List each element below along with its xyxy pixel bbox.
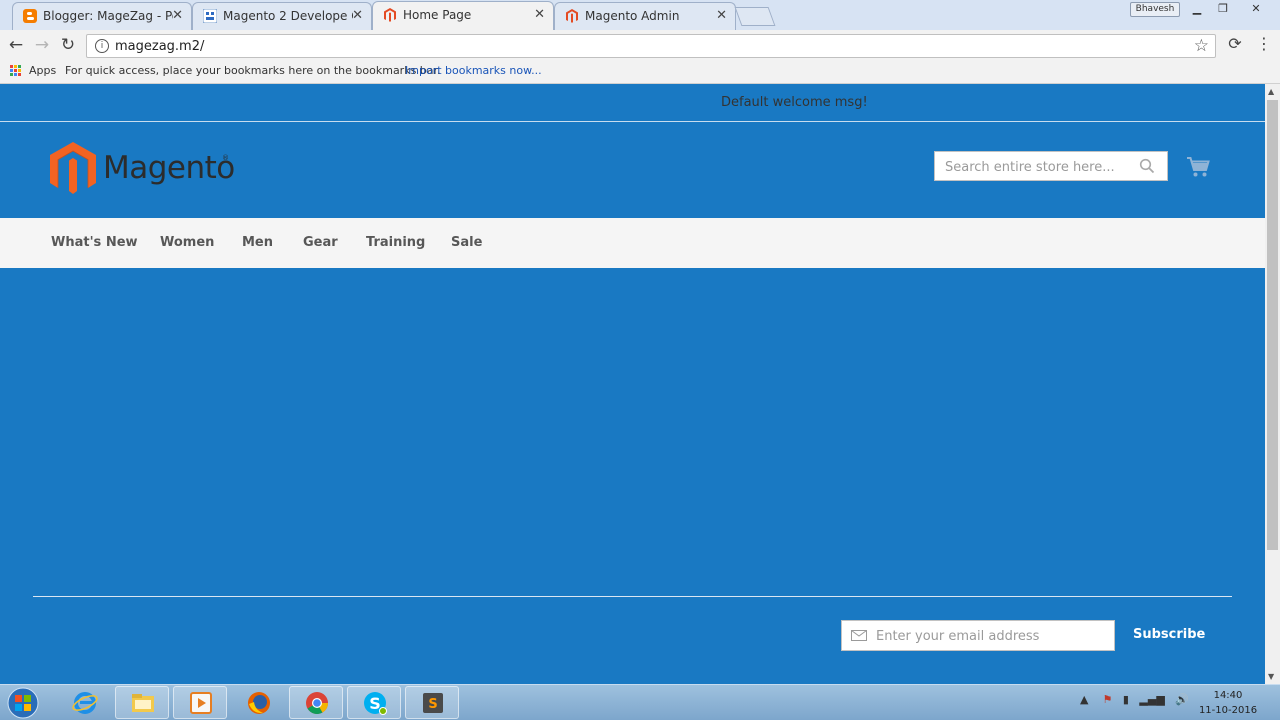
import-bookmarks-link[interactable]: Import bookmarks now... xyxy=(405,64,542,77)
back-arrow-icon[interactable]: ← xyxy=(5,34,27,56)
file-explorer-icon xyxy=(132,694,154,712)
subscribe-button[interactable]: Subscribe xyxy=(1133,627,1205,642)
apps-link[interactable]: Apps xyxy=(29,64,56,77)
sublime-text-icon: S xyxy=(423,693,443,713)
store-page: Default welcome msg! Magento ® What's Ne… xyxy=(0,84,1265,684)
tab-magento-develope[interactable]: Magento 2 Develope Cu ✕ xyxy=(192,2,372,30)
action-center-icon[interactable]: ⚑ xyxy=(1102,693,1112,706)
tab-label: Magento Admin xyxy=(585,9,680,23)
search-input[interactable] xyxy=(943,153,1137,181)
nav-gear[interactable]: Gear xyxy=(303,235,338,250)
windows-taskbar: S S ▲ ⚑ ▮ ▂▄▆ 🔊 14:40 11-10-2016 xyxy=(0,684,1280,720)
user-badge[interactable]: Bhavesh xyxy=(1130,2,1180,17)
taskbar-file-explorer[interactable] xyxy=(115,686,169,719)
store-logo[interactable]: Magento ® xyxy=(50,142,235,196)
close-icon[interactable]: ✕ xyxy=(534,7,545,22)
jira-icon xyxy=(203,9,217,23)
header-divider xyxy=(0,121,1265,122)
minimize-button[interactable]: ▁ xyxy=(1186,1,1208,17)
scroll-thumb[interactable] xyxy=(1267,100,1278,550)
nav-whats-new[interactable]: What's New xyxy=(51,235,138,250)
browser-tab-strip: Blogger: MageZag - Post ✕ Magento 2 Deve… xyxy=(0,0,1280,30)
extension-icon[interactable]: ⟳ xyxy=(1224,34,1246,56)
internet-explorer-icon xyxy=(72,692,98,714)
system-clock[interactable]: 14:40 11-10-2016 xyxy=(1196,688,1260,718)
page-scrollbar[interactable]: ▲ ▼ xyxy=(1265,84,1280,684)
address-bar[interactable]: i magezag.m2/ ☆ xyxy=(86,34,1216,58)
shopping-cart-icon[interactable] xyxy=(1186,156,1210,178)
reload-icon[interactable]: ↻ xyxy=(57,34,79,56)
nav-men[interactable]: Men xyxy=(242,235,273,250)
bookmarks-hint: For quick access, place your bookmarks h… xyxy=(65,64,441,77)
battery-icon[interactable]: ▮ xyxy=(1123,693,1129,706)
bookmarks-bar: Apps For quick access, place your bookma… xyxy=(0,60,1280,84)
apps-grid-icon[interactable] xyxy=(10,65,22,77)
scroll-up-icon[interactable]: ▲ xyxy=(1268,87,1274,96)
nav-sale[interactable]: Sale xyxy=(451,235,482,250)
show-hidden-icons-icon[interactable]: ▲ xyxy=(1080,693,1088,706)
footer-divider xyxy=(33,596,1232,597)
close-icon[interactable]: ✕ xyxy=(172,8,183,23)
nav-women[interactable]: Women xyxy=(160,235,214,250)
volume-icon[interactable]: 🔊 xyxy=(1175,693,1189,706)
media-player-icon xyxy=(190,692,212,714)
taskbar-sublime-text[interactable]: S xyxy=(405,686,459,719)
blogger-icon xyxy=(23,9,37,23)
forward-arrow-icon[interactable]: → xyxy=(31,34,53,56)
windows-start-icon[interactable] xyxy=(4,687,42,719)
tab-magento-admin[interactable]: Magento Admin ✕ xyxy=(554,2,736,30)
taskbar-media-player[interactable] xyxy=(173,686,227,719)
welcome-message: Default welcome msg! xyxy=(721,95,868,110)
browser-toolbar: ← → ↻ i magezag.m2/ ☆ xyxy=(0,30,1280,60)
star-icon[interactable]: ☆ xyxy=(1194,36,1209,56)
svg-text:S: S xyxy=(369,694,381,713)
svg-text:S: S xyxy=(428,697,437,712)
registered-mark: ® xyxy=(222,154,229,162)
info-icon[interactable]: i xyxy=(95,39,109,53)
envelope-icon xyxy=(851,630,867,641)
firefox-icon xyxy=(248,692,270,714)
tab-label: Home Page xyxy=(403,8,472,22)
category-nav: What's New Women Men Gear Training Sale xyxy=(0,218,1265,268)
search-box xyxy=(934,151,1168,181)
magento-logo-icon xyxy=(50,142,96,194)
scroll-down-icon[interactable]: ▼ xyxy=(1268,672,1274,681)
tab-label: Magento 2 Develope Cu xyxy=(223,9,353,23)
nav-training[interactable]: Training xyxy=(366,235,425,250)
tab-label: Blogger: MageZag - Post xyxy=(43,9,173,23)
new-tab-button[interactable] xyxy=(734,7,776,26)
search-icon[interactable] xyxy=(1139,158,1155,174)
logo-text: Magento xyxy=(103,150,235,186)
tab-home-page[interactable]: Home Page ✕ xyxy=(372,1,554,30)
magento-icon xyxy=(566,9,578,23)
newsletter-email-input[interactable] xyxy=(874,624,1108,648)
taskbar-internet-explorer[interactable] xyxy=(57,686,111,719)
tab-blogger[interactable]: Blogger: MageZag - Post ✕ xyxy=(12,2,192,30)
newsletter-box xyxy=(841,620,1115,651)
magento-icon xyxy=(384,8,396,22)
clock-date: 11-10-2016 xyxy=(1198,705,1258,716)
menu-icon[interactable]: ⋮ xyxy=(1254,34,1274,56)
network-signal-icon[interactable]: ▂▄▆ xyxy=(1139,693,1164,706)
chrome-icon xyxy=(306,692,328,714)
clock-time: 14:40 xyxy=(1213,690,1243,701)
system-tray: ▲ ⚑ ▮ ▂▄▆ 🔊 xyxy=(1080,693,1189,706)
close-icon[interactable]: ✕ xyxy=(716,8,727,23)
restore-button[interactable]: ❐ xyxy=(1212,1,1234,17)
taskbar-skype[interactable]: S xyxy=(347,686,401,719)
window-close-button[interactable]: ✕ xyxy=(1238,1,1274,17)
taskbar-chrome[interactable] xyxy=(289,686,343,719)
url-text: magezag.m2/ xyxy=(115,39,205,54)
close-icon[interactable]: ✕ xyxy=(352,8,363,23)
taskbar-firefox[interactable] xyxy=(231,686,285,719)
skype-icon: S xyxy=(364,692,387,715)
